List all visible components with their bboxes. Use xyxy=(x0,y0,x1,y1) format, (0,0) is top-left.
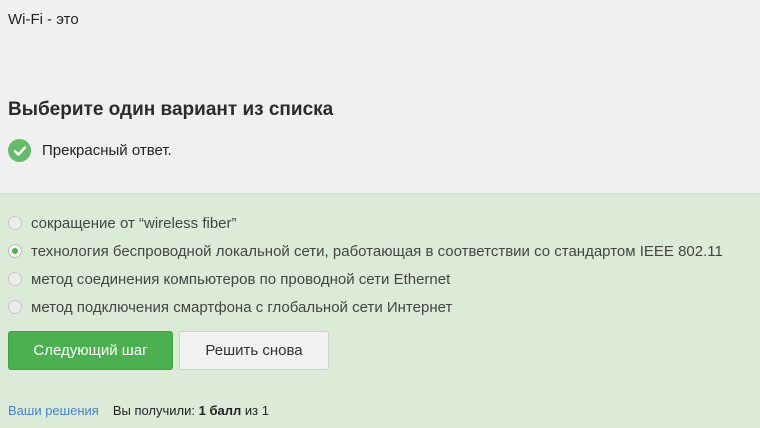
option-item[interactable]: метод соединения компьютеров по проводно… xyxy=(8,265,723,293)
radio-selected-icon[interactable] xyxy=(8,244,22,258)
question-text: Wi-Fi - это xyxy=(8,11,79,28)
check-circle-icon xyxy=(8,139,31,162)
score-prefix: Вы получили: xyxy=(112,403,196,418)
option-label: технология беспроводной локальной сети, … xyxy=(31,242,723,260)
your-solutions-link[interactable]: Ваши решения xyxy=(8,403,99,418)
action-buttons: Следующий шаг Решить снова xyxy=(8,331,329,370)
option-label: метод подключения смартфона с глобальной… xyxy=(31,298,453,316)
option-label: метод соединения компьютеров по проводно… xyxy=(31,270,451,288)
radio-icon[interactable] xyxy=(8,272,22,286)
score-text: Вы получили: 1 балл из 1 xyxy=(113,403,269,418)
options-list: сокращение от “wireless fiber” технологи… xyxy=(8,209,723,321)
radio-dot xyxy=(12,248,18,254)
feedback-message: Прекрасный ответ. xyxy=(8,139,172,162)
question-area: Wi-Fi - это Выберите один вариант из спи… xyxy=(0,0,760,193)
radio-icon[interactable] xyxy=(8,300,22,314)
option-item[interactable]: метод подключения смартфона с глобальной… xyxy=(8,293,723,321)
option-item[interactable]: сокращение от “wireless fiber” xyxy=(8,209,723,237)
feedback-text: Прекрасный ответ. xyxy=(42,142,172,159)
instruction-heading: Выберите один вариант из списка xyxy=(8,99,334,120)
option-item[interactable]: технология беспроводной локальной сети, … xyxy=(8,237,723,265)
score-suffix: из 1 xyxy=(244,403,269,418)
score-value: 1 балл xyxy=(198,403,242,418)
retry-button[interactable]: Решить снова xyxy=(179,331,329,370)
radio-icon[interactable] xyxy=(8,216,22,230)
footer: Ваши решения Вы получили: 1 балл из 1 xyxy=(8,403,269,418)
answer-area: сокращение от “wireless fiber” технологи… xyxy=(0,193,760,428)
next-step-button[interactable]: Следующий шаг xyxy=(8,331,173,370)
option-label: сокращение от “wireless fiber” xyxy=(31,214,237,232)
